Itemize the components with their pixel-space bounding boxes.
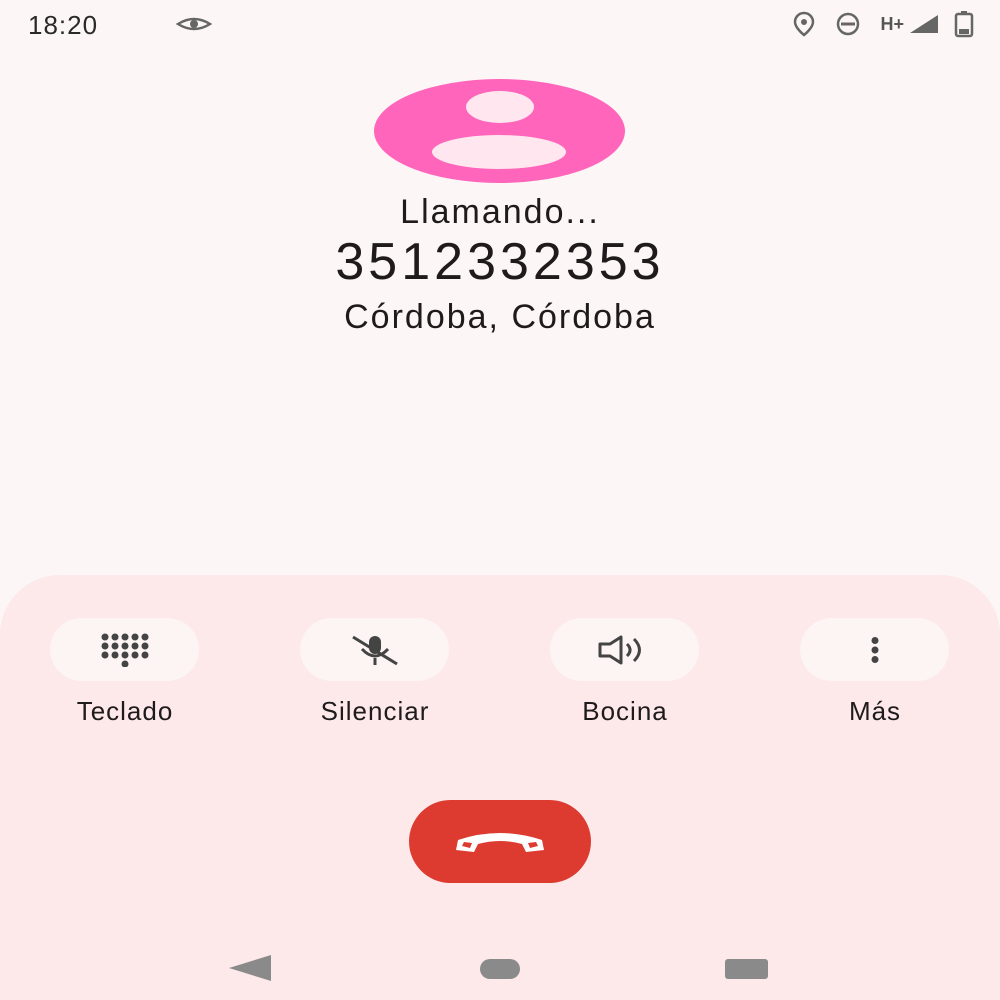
contact-avatar xyxy=(374,79,625,183)
speaker-icon xyxy=(598,635,641,664)
mute-button[interactable] xyxy=(300,618,449,681)
network-type-label: H+ xyxy=(880,13,904,34)
more-button[interactable] xyxy=(800,618,949,681)
mic-off-icon xyxy=(351,635,398,665)
keypad-label: Teclado xyxy=(76,696,174,726)
person-icon xyxy=(466,91,534,123)
mute-action: Silenciar xyxy=(250,618,500,738)
phone-number: 3512332353 xyxy=(335,233,665,291)
caller-location: Córdoba, Córdoba xyxy=(344,298,656,336)
keypad-button[interactable] xyxy=(50,618,199,681)
mute-label: Silenciar xyxy=(320,696,430,726)
more-action: Más xyxy=(750,618,1000,738)
back-button[interactable] xyxy=(229,955,271,981)
end-call-button[interactable] xyxy=(409,800,591,883)
status-bar: 18:20 H+ xyxy=(0,0,1000,50)
speaker-label: Bocina xyxy=(582,696,668,726)
speaker-action: Bocina xyxy=(500,618,750,738)
call-status: Llamando... xyxy=(400,193,600,231)
dialpad-icon xyxy=(101,633,148,667)
keypad-action: Teclado xyxy=(0,618,250,738)
status-icons: H+ xyxy=(792,10,974,38)
location-icon xyxy=(794,11,815,37)
battery-icon xyxy=(954,11,974,38)
eye-icon xyxy=(176,17,212,31)
status-time: 18:20 xyxy=(28,10,99,40)
signal-icon xyxy=(910,15,938,33)
home-button[interactable] xyxy=(480,959,520,979)
speaker-button[interactable] xyxy=(550,618,699,681)
recents-button[interactable] xyxy=(725,959,768,979)
more-label: Más xyxy=(848,696,902,726)
do-not-disturb-icon xyxy=(837,12,860,36)
hang-up-icon xyxy=(456,832,544,852)
more-vert-icon xyxy=(871,636,878,663)
